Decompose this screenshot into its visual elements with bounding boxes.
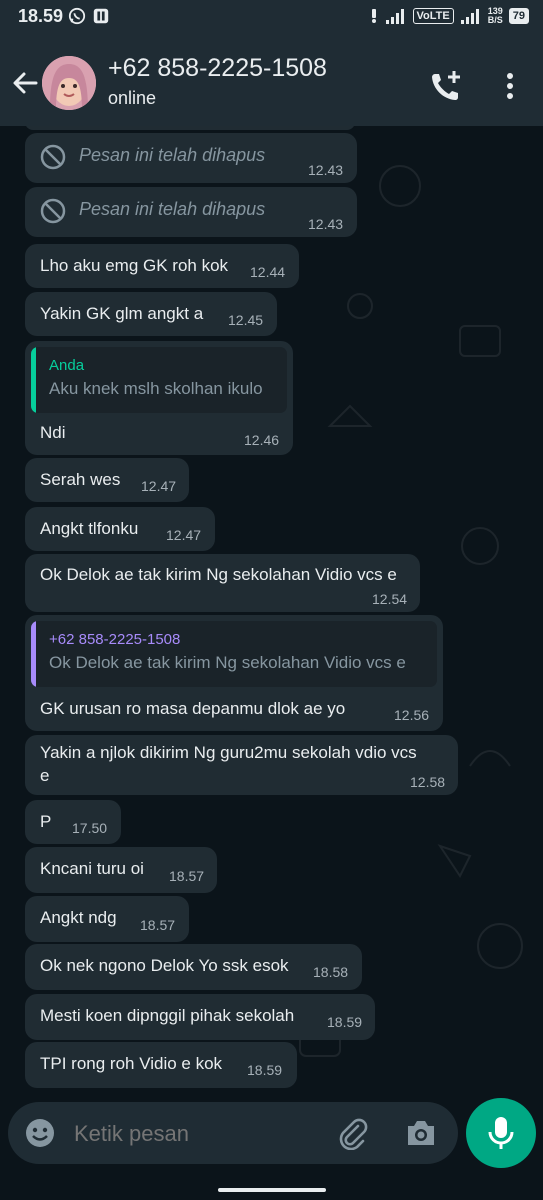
input-bar xyxy=(0,1096,543,1200)
voice-message-button[interactable] xyxy=(466,1098,536,1168)
message-reply-bubble[interactable]: Anda Aku knek mslh skolhan ikulo Ndi 12.… xyxy=(25,341,293,455)
message-text: Angkt ndg xyxy=(40,908,117,927)
message-time: 18.57 xyxy=(169,868,205,884)
message-text: Mesti koen dipnggil pihak sekolah xyxy=(40,1006,295,1025)
message-bubble[interactable]: Serah wes 12.47 xyxy=(25,458,189,502)
message-time: 18.58 xyxy=(313,964,349,980)
message-text: Kncani turu oi xyxy=(40,859,144,878)
contact-name[interactable]: +62 858-2225-1508 xyxy=(108,54,327,83)
camera-icon[interactable] xyxy=(404,1118,438,1148)
message-input[interactable] xyxy=(72,1120,316,1148)
status-right: VoLTE 139 B/S 79 xyxy=(369,7,529,25)
message-text: Angkt tlfonku xyxy=(40,519,139,538)
message-bubble[interactable]: Lho aku emg GK roh kok 12.44 xyxy=(25,244,299,288)
message-text: Yakin a njlok dikirim Ng guru2mu sekolah… xyxy=(40,743,417,762)
avatar[interactable] xyxy=(42,56,96,110)
message-bubble[interactable]: Yakin a njlok dikirim Ng guru2mu sekolah… xyxy=(25,735,458,795)
signal-icon xyxy=(385,9,404,24)
message-time: 12.43 xyxy=(308,162,344,178)
message-deleted[interactable]: Pesan ini telah dihapus 12.43 xyxy=(25,187,357,237)
quote-text: Ok Delok ae tak kirim Ng sekolahan Vidio… xyxy=(49,653,406,672)
message-time: 17.50 xyxy=(72,820,108,836)
deleted-message-text: Pesan ini telah dihapus xyxy=(79,199,266,219)
message-time: 12.47 xyxy=(166,527,202,543)
message-text: GK urusan ro masa depanmu dlok ae yo xyxy=(40,699,346,718)
message-time: 12.44 xyxy=(250,264,286,280)
emoji-icon[interactable] xyxy=(24,1117,56,1149)
quote-bar xyxy=(31,347,36,413)
message-text: Ndi xyxy=(40,423,66,442)
message-bubble[interactable]: Angkt tlfonku 12.47 xyxy=(25,507,215,551)
quoted-message[interactable]: +62 858-2225-1508 Ok Delok ae tak kirim … xyxy=(31,621,437,687)
message-bubble[interactable]: Ok Delok ae tak kirim Ng sekolahan Vidio… xyxy=(25,554,420,612)
message-bubble[interactable]: Mesti koen dipnggil pihak sekolah 18.59 xyxy=(25,994,375,1040)
message-reply-bubble[interactable]: +62 858-2225-1508 Ok Delok ae tak kirim … xyxy=(25,615,443,731)
app-notification-icon xyxy=(93,8,109,24)
message-bubble[interactable]: P 17.50 xyxy=(25,800,121,844)
contact-status: online xyxy=(108,88,157,108)
message-bubble[interactable]: Kncani turu oi 18.57 xyxy=(25,847,217,893)
message-time: 12.56 xyxy=(394,707,430,723)
message-text: Yakin GK glm angkt a xyxy=(40,304,204,323)
battery-indicator: 79 xyxy=(508,8,529,24)
network-speed-unit: B/S xyxy=(487,15,503,25)
message-time: 12.45 xyxy=(228,312,264,328)
attach-icon[interactable] xyxy=(336,1116,370,1150)
message-time: 12.43 xyxy=(308,216,344,232)
message-deleted[interactable]: Pesan ini telah dihapus 12.43 xyxy=(25,133,357,183)
message-text: Ok Delok ae tak kirim Ng sekolahan Vidio… xyxy=(40,565,397,584)
message-bubble[interactable]: Angkt ndg 18.57 xyxy=(25,896,189,942)
quoted-message[interactable]: Anda Aku knek mslh skolhan ikulo xyxy=(31,347,287,413)
add-call-icon[interactable] xyxy=(428,68,464,104)
message-bubble[interactable]: TPI rong roh Vidio e kok 18.59 xyxy=(25,1042,297,1088)
message-text: Ok nek ngono Delok Yo ssk esok xyxy=(40,956,289,975)
message-text: P xyxy=(40,812,52,831)
message-text: TPI rong roh Vidio e kok xyxy=(40,1054,223,1073)
deleted-message-icon xyxy=(40,144,66,170)
message-time: 12.58 xyxy=(410,774,446,790)
deleted-message-icon xyxy=(40,198,66,224)
sync-icon xyxy=(371,9,376,23)
message-text: Lho aku emg GK roh kok xyxy=(40,256,229,275)
quote-text: Aku knek mslh skolhan ikulo xyxy=(49,379,263,398)
message-time: 18.59 xyxy=(247,1062,283,1078)
message-time: 12.54 xyxy=(372,591,408,607)
chat-header: +62 858-2225-1508 online xyxy=(0,34,543,126)
message-text: Serah wes xyxy=(40,470,121,489)
status-bar: 18.59 VoLTE 139 B/S 79 xyxy=(0,0,543,34)
message-time: 12.47 xyxy=(141,478,177,494)
chat-area[interactable]: Pesan ini telah dihapus 12.43 Pesan ini … xyxy=(0,126,543,1096)
message-input-box[interactable] xyxy=(8,1102,458,1164)
message-time: 18.57 xyxy=(140,917,176,933)
volte-badge: VoLTE xyxy=(412,8,454,24)
whatsapp-notification-icon xyxy=(68,7,86,25)
quote-bar xyxy=(31,621,36,687)
status-time: 18.59 xyxy=(18,6,64,26)
message-bubble[interactable]: Yakin GK glm angkt a 12.45 xyxy=(25,292,277,336)
home-indicator[interactable] xyxy=(218,1188,326,1192)
message-time: 18.59 xyxy=(327,1014,363,1030)
avatar-image xyxy=(42,56,96,110)
quote-author: Anda xyxy=(49,357,85,374)
partial-bubble xyxy=(25,126,355,130)
more-options-icon[interactable] xyxy=(500,68,520,104)
microphone-icon xyxy=(488,1117,514,1149)
quote-author: +62 858-2225-1508 xyxy=(49,631,181,648)
message-time: 12.46 xyxy=(244,432,280,448)
back-arrow-icon[interactable] xyxy=(10,68,40,98)
network-speed: 139 B/S xyxy=(488,7,503,25)
deleted-message-text: Pesan ini telah dihapus xyxy=(79,145,266,165)
message-bubble[interactable]: Ok nek ngono Delok Yo ssk esok 18.58 xyxy=(25,944,362,990)
signal-icon-2 xyxy=(460,9,479,24)
message-text-line2: e xyxy=(40,766,50,785)
